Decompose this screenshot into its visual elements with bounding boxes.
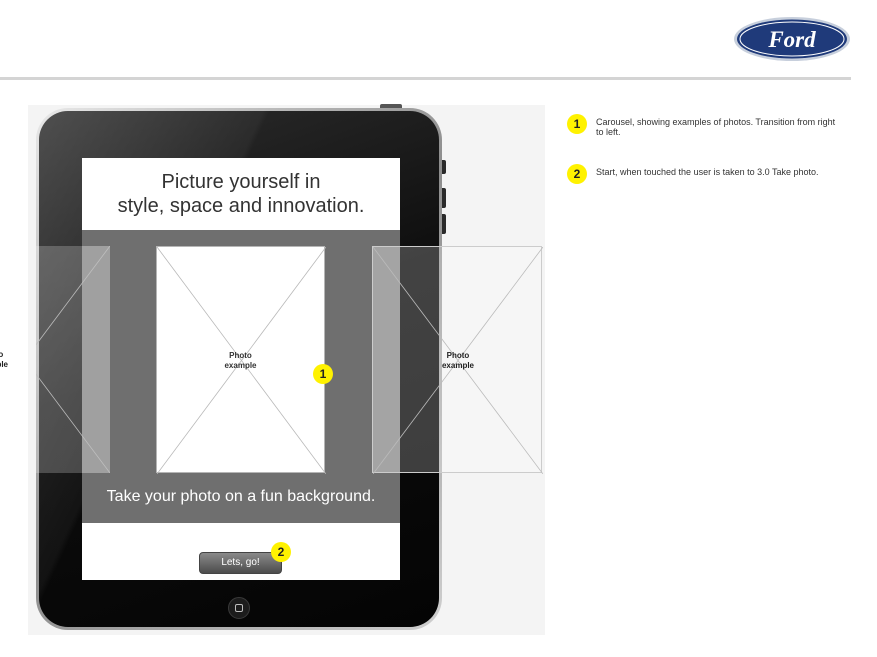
svg-text:Ford: Ford <box>767 27 816 52</box>
annotation-marker: 2 <box>567 164 587 184</box>
carousel-marker: 1 <box>313 364 333 384</box>
home-square-icon <box>235 604 243 612</box>
device-volume-up <box>442 188 446 208</box>
annotation-marker: 1 <box>567 114 587 134</box>
photo-caption: Photo example <box>0 350 9 369</box>
ford-logo: Ford <box>734 17 850 61</box>
annotation-text: Carousel, showing examples of photos. Tr… <box>596 117 836 137</box>
photo-caption: Photo example <box>441 351 475 370</box>
start-marker: 2 <box>271 542 291 562</box>
header-divider <box>0 77 851 80</box>
photo-caption: Photo example <box>224 351 257 370</box>
home-button[interactable] <box>228 597 250 619</box>
carousel-photo-next[interactable]: Photo example <box>372 246 543 474</box>
start-button[interactable]: Lets, go! <box>199 552 282 574</box>
carousel-photo-current[interactable]: Photo example <box>156 246 326 474</box>
screen-headline: Picture yourself in style, space and inn… <box>117 171 365 217</box>
device-volume-down <box>442 214 446 234</box>
carousel-fade-left <box>82 246 110 473</box>
device-mute-switch <box>442 160 446 174</box>
screen-tagline: Take your photo on a fun background. <box>106 488 376 505</box>
annotation-text: Start, when touched the user is taken to… <box>596 167 819 177</box>
